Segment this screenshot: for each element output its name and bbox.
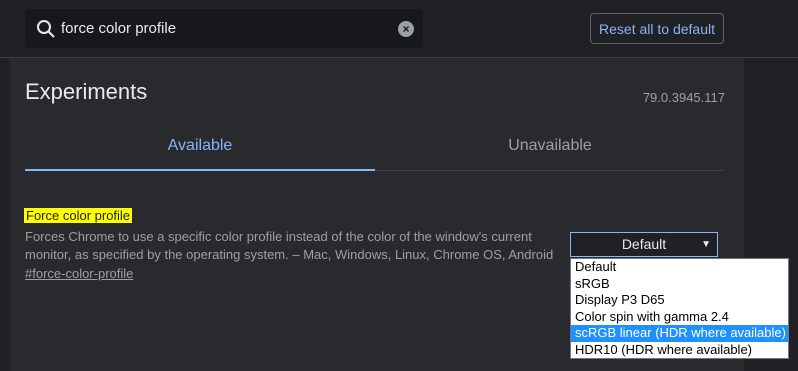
search-input[interactable]: force color profile <box>61 20 176 37</box>
tab-unavailable[interactable]: Unavailable <box>375 137 725 169</box>
select-value: Default <box>621 236 667 252</box>
option-color-spin[interactable]: Color spin with gamma 2.4 <box>571 309 788 326</box>
page-title: Experiments <box>25 79 148 104</box>
option-default[interactable]: Default <box>571 259 788 276</box>
version-label: 79.0.3945.117 <box>642 90 725 105</box>
reset-all-button[interactable]: Reset all to default <box>590 13 724 44</box>
option-hdr10[interactable]: HDR10 (HDR where available) <box>571 342 788 359</box>
active-tab-indicator <box>25 169 375 171</box>
experiment-link[interactable]: #force-color-profile <box>25 266 133 281</box>
experiment-title: Force color profile <box>24 208 133 223</box>
tab-available[interactable]: Available <box>25 137 375 169</box>
search-box[interactable]: force color profile × <box>25 9 423 48</box>
clear-search-icon[interactable]: × <box>398 21 414 37</box>
option-srgb[interactable]: sRGB <box>571 276 788 293</box>
option-display-p3[interactable]: Display P3 D65 <box>571 292 788 309</box>
option-scrgb-linear[interactable]: scRGB linear (HDR where available) <box>571 325 788 342</box>
top-bar: force color profile × Reset all to defau… <box>0 0 798 58</box>
search-icon <box>37 20 55 38</box>
color-profile-dropdown-list[interactable]: Default sRGB Display P3 D65 Color spin w… <box>570 258 789 359</box>
color-profile-select[interactable]: Default ▼ <box>570 232 718 257</box>
experiment-description: Forces Chrome to use a specific color pr… <box>25 229 554 262</box>
dropdown-arrow-icon: ▼ <box>701 239 711 250</box>
